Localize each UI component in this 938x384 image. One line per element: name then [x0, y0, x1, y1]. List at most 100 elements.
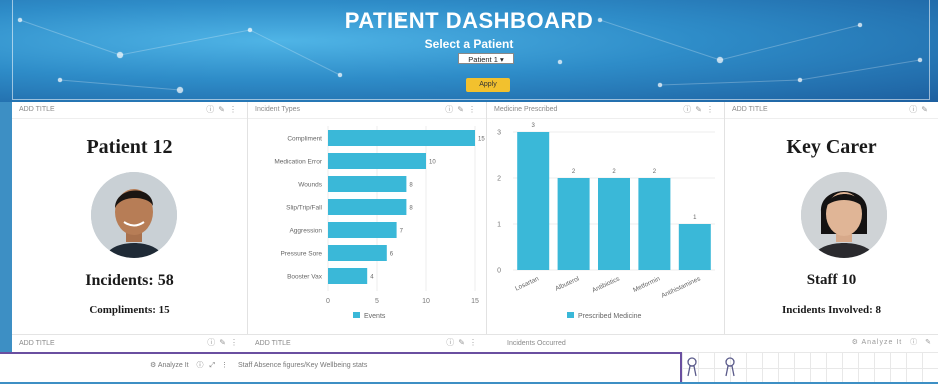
edit-icon[interactable]: ✎ — [925, 339, 932, 346]
category-label: Aggression — [289, 228, 322, 235]
medicine-chart: 0 1 2 3 3 Losartan 2 Albuterol 2 Antibiotics 2 Metf… — [497, 123, 715, 320]
category-label: Wounds — [298, 182, 322, 189]
data-label: 8 — [409, 183, 413, 189]
data-label: 8 — [409, 206, 413, 212]
category-label: Booster Vax — [287, 274, 323, 281]
carer-staff-id: Staff 10 — [806, 272, 857, 288]
incident-types-panel: Incident Types ⓘ✎⋮ 0 5 10 15 Compliment 15 Med… — [248, 102, 487, 334]
panel-title[interactable]: ADD TITLE — [732, 106, 768, 113]
panel-title[interactable]: Medicine Prescribed — [494, 106, 557, 113]
data-label: 2 — [572, 169, 576, 175]
info-icon[interactable]: ⓘ — [910, 339, 918, 346]
data-label: 6 — [390, 252, 394, 258]
panel-title[interactable]: ADD TITLE — [19, 340, 55, 347]
legend-label: Events — [364, 313, 386, 320]
figure-icons — [687, 357, 735, 377]
edit-icon[interactable]: ✎ — [218, 105, 229, 114]
analyze-icon[interactable]: ⚙ — [150, 362, 156, 369]
select-patient-label: Select a Patient — [424, 37, 514, 51]
category-label: Pressure Sore — [280, 251, 322, 258]
y-tick-label: 2 — [497, 176, 501, 183]
bar — [517, 132, 550, 270]
y-tick-label: 1 — [497, 222, 501, 229]
incident-types-chart: 0 5 10 15 Compliment 15 Medication Error 10 Woun… — [274, 126, 485, 320]
data-label: 10 — [429, 160, 436, 166]
patient-panel: ADD TITLE ⓘ✎⋮ Patient 12 Incidents: 58 C… — [12, 102, 248, 334]
patient-incidents: Incidents: 58 — [85, 272, 174, 289]
edit-icon[interactable]: ✎ — [219, 338, 230, 347]
info-icon[interactable]: ⓘ — [206, 105, 218, 114]
category-label: Slip/Trip/Fall — [286, 205, 322, 212]
more-icon[interactable]: ⋮ — [230, 338, 242, 347]
info-icon[interactable]: ⓘ — [446, 338, 458, 347]
panel-header-row2-1: ADD TITLE ⓘ✎⋮ — [12, 334, 248, 352]
bar — [678, 224, 711, 270]
panel-title[interactable]: ADD TITLE — [19, 106, 55, 113]
bar — [328, 130, 475, 146]
category-label: Compliment — [287, 136, 322, 143]
info-icon[interactable]: ⓘ — [445, 105, 457, 114]
category-label: Antihistamines — [660, 275, 702, 300]
category-label: Albuterol — [554, 275, 581, 292]
category-label: Metformin — [632, 275, 661, 294]
bar — [598, 178, 630, 270]
overlay-window[interactable]: ⚙ Analyze It ⓘ ⤢ ⋮ Staff Absence figures… — [0, 352, 682, 382]
more-icon[interactable]: ⋮ — [221, 362, 228, 369]
more-icon[interactable]: ⋮ — [469, 338, 481, 347]
info-icon[interactable]: ⓘ — [197, 362, 204, 369]
left-background-strip — [0, 102, 12, 352]
edit-icon[interactable]: ✎ — [921, 105, 932, 114]
bar — [328, 176, 407, 192]
panel-header-row2-3: Incidents Occurred ⚙ Analyze It ⓘ ✎ — [487, 334, 938, 352]
data-label: 3 — [532, 123, 536, 129]
panel-title[interactable]: Incidents Occurred — [507, 340, 566, 347]
data-label: 4 — [370, 275, 374, 281]
analyze-icon[interactable]: ⚙ — [852, 339, 859, 346]
data-label: 15 — [478, 137, 485, 143]
x-tick-label: 5 — [375, 298, 379, 305]
bar — [328, 222, 397, 238]
panel-header-row2-2: ADD TITLE ⓘ✎⋮ — [248, 334, 487, 352]
patient-select[interactable]: Patient 1 ▾ — [458, 53, 514, 64]
medicine-panel: Medicine Prescribed ⓘ✎⋮ 0 1 2 3 3 Losartan 2 Al… — [487, 102, 725, 334]
apply-button[interactable]: Apply — [466, 78, 510, 92]
data-label: 7 — [400, 229, 404, 235]
bar — [328, 268, 368, 284]
category-label: Medication Error — [274, 159, 323, 166]
info-icon[interactable]: ⓘ — [909, 105, 921, 114]
x-tick-label: 0 — [326, 298, 330, 305]
patient-select-value: Patient 1 — [468, 55, 498, 64]
page-title: PATIENT DASHBOARD — [344, 8, 594, 33]
legend-label: Prescribed Medicine — [578, 313, 642, 320]
analyze-it-button[interactable]: Analyze It — [158, 362, 189, 369]
patient-compliments: Compliments: 15 — [89, 304, 170, 316]
more-icon[interactable]: ⋮ — [229, 105, 241, 114]
edit-icon[interactable]: ✎ — [695, 105, 706, 114]
legend-swatch — [567, 312, 574, 318]
x-tick-label: 15 — [471, 298, 479, 305]
x-tick-label: 10 — [422, 298, 430, 305]
carer-panel: ADD TITLE ⓘ✎ Key Carer Staff 10 Incident… — [725, 102, 938, 334]
category-label: Antibiotics — [591, 275, 621, 294]
info-icon[interactable]: ⓘ — [207, 338, 219, 347]
panel-title[interactable]: ADD TITLE — [255, 340, 291, 347]
more-icon[interactable]: ⋮ — [706, 105, 718, 114]
y-tick-label: 0 — [497, 268, 501, 275]
bar — [328, 245, 387, 261]
more-icon[interactable]: ⋮ — [468, 105, 480, 114]
expand-icon[interactable]: ⤢ — [210, 362, 216, 369]
patient-name: Patient 12 — [86, 136, 173, 158]
info-icon[interactable]: ⓘ — [683, 105, 695, 114]
background-grid — [682, 352, 938, 382]
analyze-it-button[interactable]: Analyze It — [861, 339, 902, 346]
panel-title[interactable]: Incident Types — [255, 106, 300, 113]
category-label: Losartan — [514, 275, 540, 292]
data-label: 1 — [693, 215, 697, 221]
patient-avatar — [91, 172, 177, 258]
edit-icon[interactable]: ✎ — [458, 338, 469, 347]
edit-icon[interactable]: ✎ — [457, 105, 468, 114]
data-label: 2 — [612, 169, 616, 175]
bar — [638, 178, 671, 270]
window-title: Staff Absence figures/Key Wellbeing stat… — [238, 362, 368, 369]
legend-swatch — [353, 312, 360, 318]
